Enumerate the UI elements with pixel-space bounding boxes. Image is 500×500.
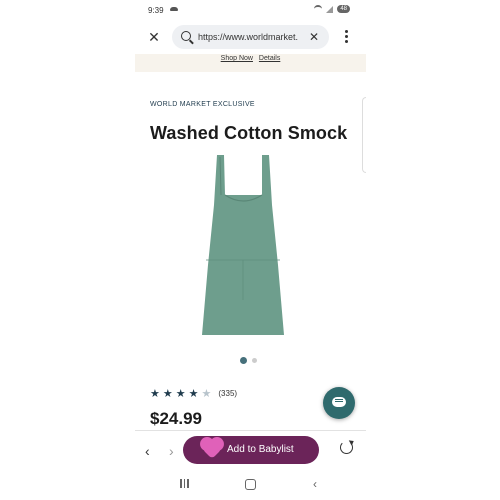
forward-button[interactable]: › [169, 443, 174, 459]
gallery-dot[interactable] [252, 358, 257, 363]
battery-icon: 48 [337, 5, 350, 13]
star-icon: ★ [175, 388, 186, 400]
star-icon: ★ [150, 388, 160, 400]
product-image[interactable] [200, 155, 300, 340]
add-to-babylist-button[interactable]: Add to Babylist [183, 436, 319, 464]
reload-icon[interactable] [340, 441, 353, 454]
system-back-button[interactable]: ‹ [313, 477, 317, 491]
product-title: Washed Cotton Smock [150, 123, 348, 143]
menu-dot [345, 30, 348, 33]
menu-dot [345, 35, 348, 38]
status-bar: 9:39 48 [135, 0, 366, 22]
promo-banner: Shop Now Details [135, 54, 366, 72]
chat-icon [332, 397, 346, 407]
rating-row[interactable]: ★ ★ ★ ★ ★ (335) [150, 387, 237, 400]
url-text[interactable]: https://www.worldmarket.com [198, 32, 298, 42]
browser-url-bar: ✕ https://www.worldmarket.com ✕ [135, 22, 366, 54]
wifi-icon [314, 5, 323, 13]
phone-screen: 9:39 48 ✕ https://www.worldmarket.com ✕ … [135, 0, 366, 500]
cloud-icon [170, 7, 178, 11]
status-icons: 48 [314, 5, 350, 13]
overflow-menu-button[interactable] [345, 30, 349, 43]
home-button[interactable] [245, 479, 256, 490]
android-nav-bar: ‹ [135, 470, 366, 500]
star-icon: ★ [162, 388, 173, 400]
star-icon: ★ [188, 388, 199, 400]
heart-icon [202, 439, 222, 459]
clear-url-button[interactable]: ✕ [309, 30, 319, 44]
half-star-icon: ★ [201, 388, 212, 400]
smock-body [202, 155, 284, 335]
recent-apps-button[interactable] [180, 479, 189, 488]
close-tab-button[interactable]: ✕ [146, 29, 162, 45]
add-to-babylist-label: Add to Babylist [227, 444, 294, 455]
browser-bottom-toolbar: ‹ › Add to Babylist [135, 430, 366, 471]
chat-button[interactable] [323, 387, 355, 419]
gallery-pagination [240, 357, 257, 364]
address-bar[interactable]: https://www.worldmarket.com ✕ [172, 25, 329, 49]
gallery-dot-active[interactable] [240, 357, 247, 364]
menu-dot [345, 40, 348, 43]
details-link[interactable]: Details [259, 55, 280, 62]
search-icon [181, 31, 191, 41]
shop-now-link[interactable]: Shop Now [221, 55, 253, 62]
status-time: 9:39 [148, 6, 164, 15]
rating-count: (335) [218, 389, 238, 398]
product-eyebrow: WORLD MARKET EXCLUSIVE [150, 101, 255, 108]
product-price: $24.99 [150, 409, 202, 428]
signal-icon [326, 5, 334, 13]
side-panel-handle[interactable] [362, 97, 366, 173]
back-button[interactable]: ‹ [145, 443, 150, 459]
